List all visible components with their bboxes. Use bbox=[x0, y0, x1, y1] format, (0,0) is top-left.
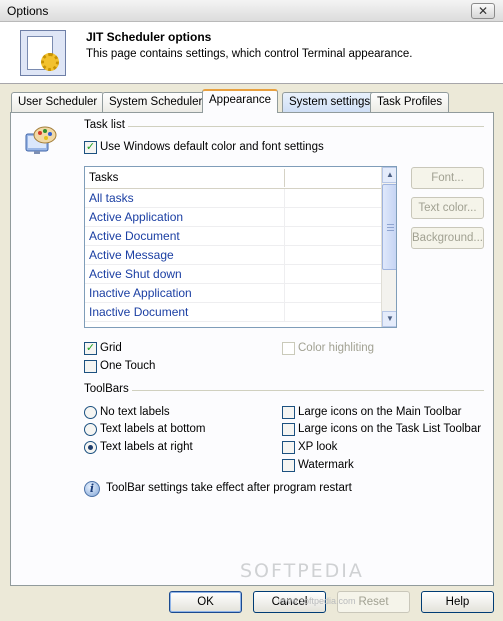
list-item[interactable]: Active Document bbox=[85, 227, 381, 246]
no-text-labels-radio[interactable] bbox=[84, 406, 97, 419]
use-windows-default-label: Use Windows default color and font setti… bbox=[100, 141, 324, 153]
column-gridline bbox=[284, 208, 285, 227]
list-item-label: Active Message bbox=[89, 248, 174, 262]
list-item[interactable]: Active Message bbox=[85, 246, 381, 265]
list-item-label: All tasks bbox=[89, 191, 134, 205]
list-item-label: Inactive Application bbox=[89, 286, 192, 300]
column-gridline bbox=[284, 284, 285, 303]
scroll-down-icon[interactable]: ▼ bbox=[382, 311, 396, 327]
list-item[interactable]: All tasks bbox=[85, 189, 381, 208]
text-labels-bottom-label: Text labels at bottom bbox=[100, 423, 206, 435]
large-icons-main-toolbar-label: Large icons on the Main Toolbar bbox=[298, 406, 462, 418]
toolbars-divider bbox=[132, 390, 484, 391]
background-button[interactable]: Background... bbox=[411, 227, 484, 249]
color-highlighting-label: Color highliting bbox=[298, 342, 375, 354]
list-item-label: Active Application bbox=[89, 210, 184, 224]
list-item-label: Active Shut down bbox=[89, 267, 182, 281]
no-text-labels-label: No text labels bbox=[100, 406, 170, 418]
toolbars-group-label: ToolBars bbox=[84, 383, 129, 395]
list-item[interactable]: Inactive Document bbox=[85, 303, 381, 322]
softpedia-url-watermark: www.softpedia.com bbox=[278, 596, 356, 606]
tasks-scrollbar[interactable]: ▲ ▼ bbox=[381, 167, 396, 327]
xp-look-checkbox[interactable] bbox=[282, 441, 295, 454]
column-gridline bbox=[284, 246, 285, 265]
scroll-up-icon[interactable]: ▲ bbox=[382, 167, 396, 183]
list-item[interactable]: Active Application bbox=[85, 208, 381, 227]
grid-label: Grid bbox=[100, 342, 122, 354]
large-icons-main-toolbar-checkbox[interactable] bbox=[282, 406, 295, 419]
list-item-label: Active Document bbox=[89, 229, 180, 243]
watermark-checkbox[interactable] bbox=[282, 459, 295, 472]
radio-selected-dot bbox=[88, 445, 93, 450]
grid-checkbox[interactable]: ✓ bbox=[84, 342, 97, 355]
thumb-grip bbox=[387, 224, 394, 225]
task-list-divider bbox=[128, 126, 484, 127]
watermark-label: Watermark bbox=[298, 459, 354, 471]
use-windows-default-checkbox[interactable]: ✓ bbox=[84, 141, 97, 154]
font-button[interactable]: Font... bbox=[411, 167, 484, 189]
one-touch-checkbox[interactable] bbox=[84, 360, 97, 373]
text-labels-right-radio[interactable] bbox=[84, 441, 97, 454]
text-labels-right-label: Text labels at right bbox=[100, 441, 193, 453]
large-icons-task-list-toolbar-label: Large icons on the Task List Toolbar bbox=[298, 423, 482, 435]
palette-icon bbox=[25, 126, 57, 154]
text-color-button[interactable]: Text color... bbox=[411, 197, 484, 219]
toolbar-restart-notice: ToolBar settings take effect after progr… bbox=[106, 482, 352, 494]
softpedia-watermark: SOFTPEDIA bbox=[240, 560, 364, 582]
thumb-grip bbox=[387, 227, 394, 228]
xp-look-label: XP look bbox=[298, 441, 338, 453]
list-item[interactable]: Inactive Application bbox=[85, 284, 381, 303]
info-icon: i bbox=[84, 481, 100, 497]
tasks-column-header[interactable]: Tasks bbox=[89, 172, 118, 184]
thumb-grip bbox=[387, 230, 394, 231]
column-gridline bbox=[284, 189, 285, 208]
column-gridline bbox=[284, 265, 285, 284]
scrollbar-thumb[interactable] bbox=[382, 184, 396, 270]
text-labels-bottom-radio[interactable] bbox=[84, 423, 97, 436]
tasks-list-header[interactable]: Tasks bbox=[85, 167, 381, 189]
large-icons-task-list-toolbar-checkbox[interactable] bbox=[282, 423, 295, 436]
column-gridline bbox=[284, 227, 285, 246]
list-item-label: Inactive Document bbox=[89, 305, 189, 319]
list-item[interactable]: Active Shut down bbox=[85, 265, 381, 284]
column-gridline bbox=[284, 303, 285, 322]
tasks-listbox[interactable]: Tasks All tasks Active Application Activ… bbox=[84, 166, 397, 328]
task-list-group-label: Task list bbox=[84, 119, 125, 131]
column-separator bbox=[284, 169, 285, 187]
color-highlighting-checkbox[interactable] bbox=[282, 342, 295, 355]
one-touch-label: One Touch bbox=[100, 360, 156, 372]
